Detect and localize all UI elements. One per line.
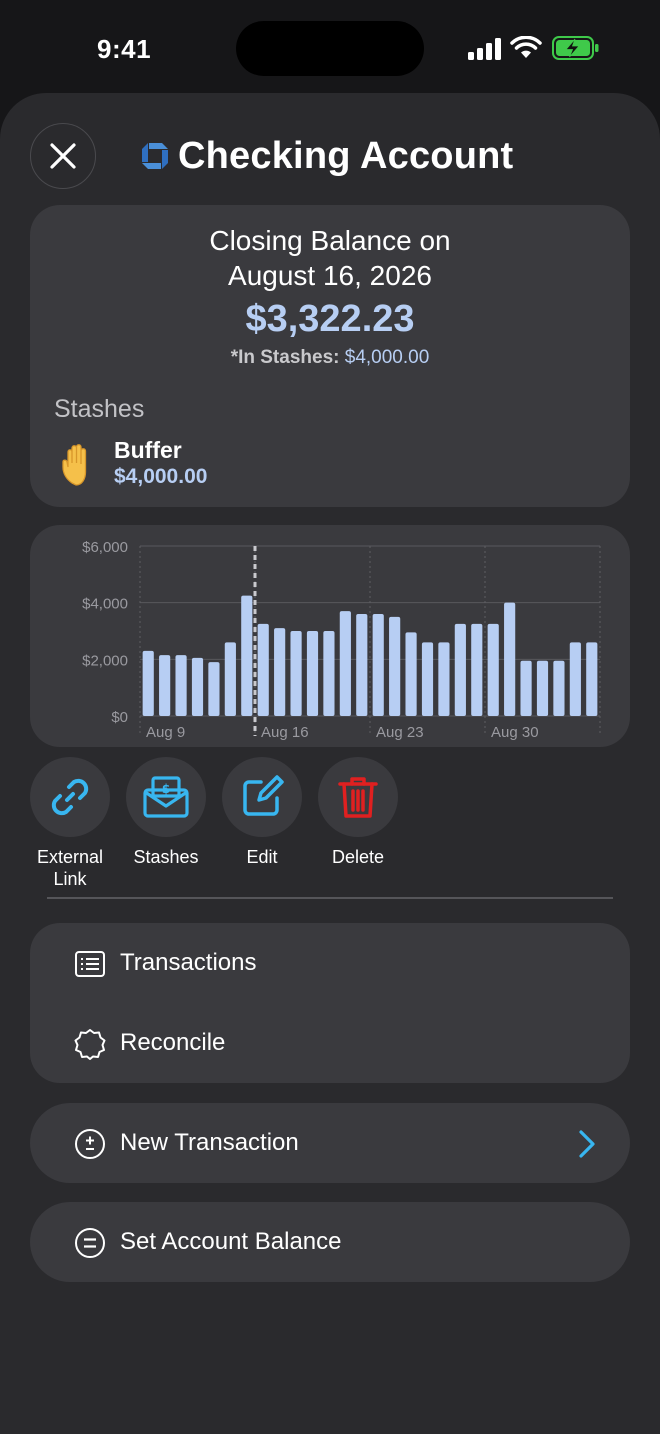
- chart-bar: [241, 595, 253, 716]
- divider: [47, 897, 613, 899]
- x-tick-label: Aug 16: [261, 724, 309, 741]
- external-link-action[interactable]: External Link: [22, 757, 118, 890]
- dynamic-island: [236, 21, 424, 76]
- set-account-balance-row[interactable]: Set Account Balance: [30, 1202, 630, 1282]
- wifi-icon: [510, 36, 542, 58]
- transactions-row[interactable]: Transactions: [30, 923, 630, 1003]
- chart-bar: [257, 623, 269, 716]
- x-tick-label: Aug 23: [376, 724, 424, 741]
- svg-text:$: $: [162, 782, 170, 796]
- link-icon: [51, 778, 89, 816]
- chart-bar: [323, 631, 335, 716]
- chart-bar: [536, 660, 549, 716]
- new-transaction-row[interactable]: New Transaction: [30, 1103, 630, 1183]
- new-transaction-label: New Transaction: [120, 1129, 299, 1156]
- x-tick-label: Aug 30: [491, 724, 539, 741]
- set-balance-label: Set Account Balance: [120, 1228, 342, 1255]
- external-link-button[interactable]: [30, 757, 110, 837]
- chart-bar: [405, 632, 417, 716]
- plus-minus-circle-icon: [75, 1129, 105, 1159]
- x-tick-label: Aug 9: [146, 724, 185, 741]
- battery-charging-icon: [552, 36, 599, 60]
- in-stashes-summary: *In Stashes: $4,000.00: [30, 347, 630, 369]
- delete-button[interactable]: [318, 757, 398, 837]
- y-tick-label: $4,000: [82, 596, 128, 613]
- title-row: Checking Account: [140, 131, 513, 181]
- stashes-heading: Stashes: [54, 395, 145, 423]
- edit-button[interactable]: [222, 757, 302, 837]
- cellular-signal-icon: [468, 38, 501, 60]
- chart-bar: [421, 642, 434, 716]
- chart-bar: [290, 631, 302, 716]
- chart-bar: [586, 642, 598, 716]
- delete-label: Delete: [331, 847, 385, 867]
- chart-bar: [159, 655, 171, 716]
- new-transaction-content: New Transaction: [30, 1103, 630, 1183]
- chart-bar: [553, 660, 565, 716]
- in-stashes-label: *In Stashes:: [230, 347, 340, 368]
- chart-bar: [438, 642, 450, 716]
- chart-bar: [487, 623, 499, 716]
- in-stashes-value: $4,000.00: [344, 347, 430, 368]
- status-time: 9:41: [97, 34, 152, 64]
- edit-icon: [243, 775, 284, 816]
- stash-amount: $4,000.00: [114, 465, 208, 488]
- chart-bar: [454, 623, 466, 716]
- reconcile-row[interactable]: Reconcile: [30, 1003, 630, 1083]
- chart-bar: [224, 642, 236, 716]
- y-tick-label: $0: [111, 709, 128, 726]
- closing-balance-date: August 16, 2026: [228, 260, 432, 291]
- stashes-button[interactable]: $: [126, 757, 206, 837]
- chart-bar: [175, 655, 187, 716]
- edit-label: Edit: [246, 847, 278, 867]
- chart-bar: [504, 602, 516, 716]
- balance-amount: $3,322.23: [245, 298, 415, 340]
- transactions-label: Transactions: [120, 949, 257, 976]
- chart-bar: [339, 611, 351, 716]
- chart-bar: [356, 614, 368, 716]
- account-menu: Transactions Reconcile: [30, 923, 630, 1083]
- bank-logo-icon: [142, 143, 168, 169]
- set-balance-content: Set Account Balance: [30, 1202, 630, 1282]
- chart-bar: [274, 628, 286, 716]
- balance-chart[interactable]: $6,000 $4,000 $2,000 $0 Aug 9 Aug 16 Aug 23 Aug…: [30, 525, 630, 747]
- external-link-label: External Link: [36, 847, 104, 889]
- close-button[interactable]: [30, 123, 96, 189]
- seal-icon: [74, 1029, 106, 1060]
- chart-bar: [191, 657, 204, 716]
- account-sheet: Checking Account Closing Balance on Augu…: [0, 93, 660, 1434]
- balance-card: Closing Balance on August 16, 2026 $3,32…: [30, 205, 630, 507]
- reconcile-label: Reconcile: [120, 1029, 226, 1056]
- chart-bar: [520, 660, 532, 716]
- trash-icon: [338, 777, 378, 818]
- stash-name[interactable]: Buffer: [114, 437, 182, 464]
- chevron-right-icon: [579, 1130, 595, 1158]
- page-title: Checking Account: [178, 134, 514, 177]
- equals-circle-icon: [75, 1228, 105, 1258]
- delete-action[interactable]: Delete: [310, 757, 406, 868]
- chart-bar: [208, 662, 220, 716]
- close-icon: [50, 143, 76, 169]
- stashes-label: Stashes: [133, 847, 199, 867]
- envelope-icon: $: [143, 776, 189, 818]
- chart-bar: [569, 642, 581, 716]
- list-icon: [75, 951, 105, 977]
- status-bar: 9:41: [0, 0, 660, 96]
- closing-balance-label: Closing Balance on: [209, 225, 451, 256]
- chart-bar: [142, 650, 154, 716]
- chart-bar: [389, 616, 401, 716]
- y-tick-label: $2,000: [82, 652, 128, 669]
- stashes-action[interactable]: $ Stashes: [118, 757, 214, 868]
- bar-chart[interactable]: $6,000 $4,000 $2,000 $0 Aug 9 Aug 16 Aug 23 Aug…: [30, 525, 630, 747]
- y-tick-label: $6,000: [82, 539, 128, 556]
- chart-bar: [471, 623, 483, 716]
- raised-hand-icon: [62, 444, 87, 486]
- chart-bar: [372, 614, 384, 716]
- edit-action[interactable]: Edit: [214, 757, 310, 868]
- chart-bar: [306, 631, 319, 716]
